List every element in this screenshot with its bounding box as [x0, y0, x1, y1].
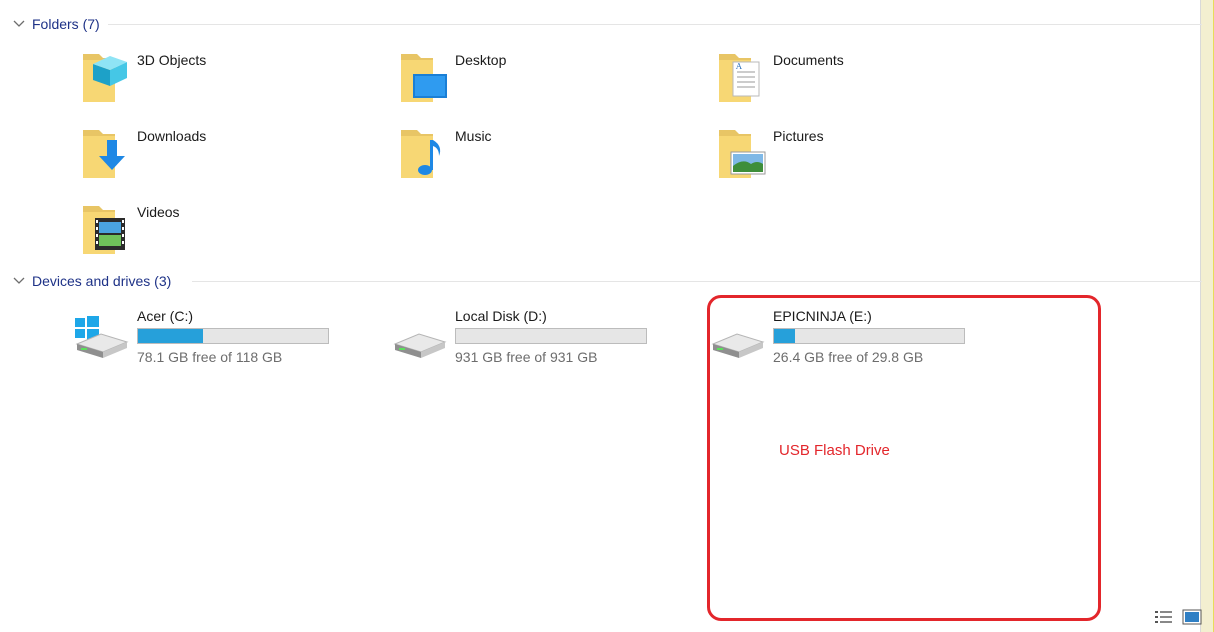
- drive-usage-fill: [138, 329, 203, 343]
- drive-tile-d[interactable]: Local Disk (D:) 931 GB free of 931 GB: [393, 304, 693, 365]
- large-icons-view-icon[interactable]: [1182, 609, 1202, 625]
- folder-tile-desktop[interactable]: Desktop: [399, 48, 699, 108]
- chevron-down-icon[interactable]: [12, 17, 26, 31]
- folder-label: Pictures: [773, 128, 824, 144]
- chevron-down-icon[interactable]: [12, 274, 26, 288]
- section-title: Devices and drives (3): [32, 273, 172, 289]
- folder-tile-documents[interactable]: A Documents: [717, 48, 1017, 108]
- drive-label: Acer (C:): [137, 308, 193, 324]
- drive-free-space: 931 GB free of 931 GB: [455, 349, 598, 365]
- drive-tile-c[interactable]: Acer (C:) 78.1 GB free of 118 GB: [75, 304, 375, 365]
- windows-drive-icon: [75, 316, 129, 358]
- folder-label: Music: [455, 128, 492, 144]
- folder-tile-pictures[interactable]: Pictures: [717, 124, 1017, 184]
- drive-usage-bar: [137, 328, 329, 344]
- folder-tile-music[interactable]: Music: [399, 124, 699, 184]
- folder-label: Downloads: [137, 128, 207, 144]
- annotation-label: USB Flash Drive: [779, 442, 890, 459]
- downloads-folder-icon: [83, 130, 125, 178]
- folders-section-header[interactable]: Folders (7): [12, 14, 1202, 34]
- pictures-folder-icon: [719, 130, 766, 178]
- annotation-highlight-box: [707, 295, 1101, 621]
- documents-folder-icon: A: [719, 54, 760, 102]
- devices-section-header[interactable]: Devices and drives (3): [12, 271, 1202, 291]
- videos-folder-icon: [83, 206, 125, 254]
- window-right-edge: [1200, 0, 1214, 632]
- drive-usage-bar: [455, 328, 647, 344]
- folder-tile-downloads[interactable]: Downloads: [81, 124, 381, 184]
- folder-tile-3d-objects[interactable]: 3D Objects: [81, 48, 381, 108]
- folder-tile-videos[interactable]: Videos: [81, 200, 381, 260]
- drive-label: Local Disk (D:): [455, 308, 547, 324]
- folder-label: 3D Objects: [137, 52, 207, 68]
- section-divider: [108, 24, 1202, 25]
- desktop-folder-icon: [401, 54, 447, 102]
- hard-drive-icon: [393, 333, 447, 358]
- section-divider: [192, 281, 1202, 282]
- 3d-objects-folder-icon: [83, 54, 127, 102]
- folder-label: Desktop: [455, 52, 507, 68]
- music-folder-icon: [401, 130, 441, 178]
- details-view-icon[interactable]: [1154, 609, 1174, 625]
- section-title: Folders (7): [32, 16, 100, 32]
- svg-text:A: A: [735, 62, 742, 71]
- folder-label: Documents: [773, 52, 844, 68]
- drive-free-space: 78.1 GB free of 118 GB: [137, 349, 283, 365]
- folder-label: Videos: [137, 204, 180, 220]
